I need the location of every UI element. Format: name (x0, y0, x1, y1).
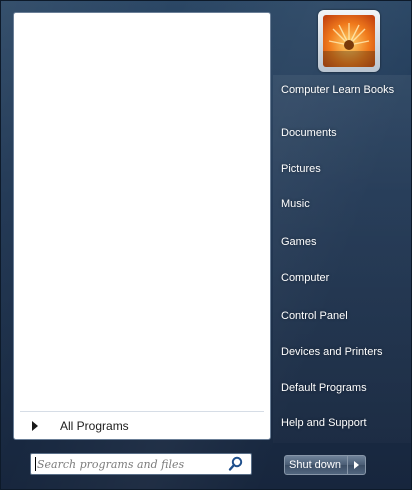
documents-link[interactable]: Documents (281, 127, 403, 140)
search-box[interactable] (30, 453, 252, 475)
user-avatar[interactable] (318, 10, 380, 72)
shutdown-options-button[interactable] (348, 455, 366, 475)
text-cursor (35, 457, 36, 471)
control-panel-link[interactable]: Control Panel (281, 310, 403, 323)
music-link[interactable]: Music (281, 198, 403, 211)
start-menu: All Programs Search programs and files C… (0, 0, 412, 490)
shutdown-button[interactable]: Shut down (284, 455, 348, 475)
user-folder-link[interactable]: Computer Learn Books (281, 84, 403, 97)
all-programs-item[interactable]: All Programs (20, 411, 264, 440)
all-programs-label: All Programs (60, 419, 129, 433)
magnifier-icon[interactable] (227, 455, 245, 473)
triangle-right-icon (354, 461, 359, 469)
search-input[interactable] (35, 454, 227, 474)
default-programs-link[interactable]: Default Programs (281, 382, 403, 395)
pictures-link[interactable]: Pictures (281, 163, 403, 176)
shutdown-group: Shut down (284, 455, 366, 477)
devices-and-printers-link[interactable]: Devices and Printers (281, 346, 403, 359)
games-link[interactable]: Games (281, 236, 403, 249)
help-and-support-link[interactable]: Help and Support (281, 417, 403, 430)
programs-pane: All Programs (13, 12, 271, 440)
flower-picture-icon (323, 15, 375, 67)
pinned-programs-list (14, 13, 270, 411)
triangle-right-icon (32, 421, 38, 431)
computer-link[interactable]: Computer (281, 272, 403, 285)
